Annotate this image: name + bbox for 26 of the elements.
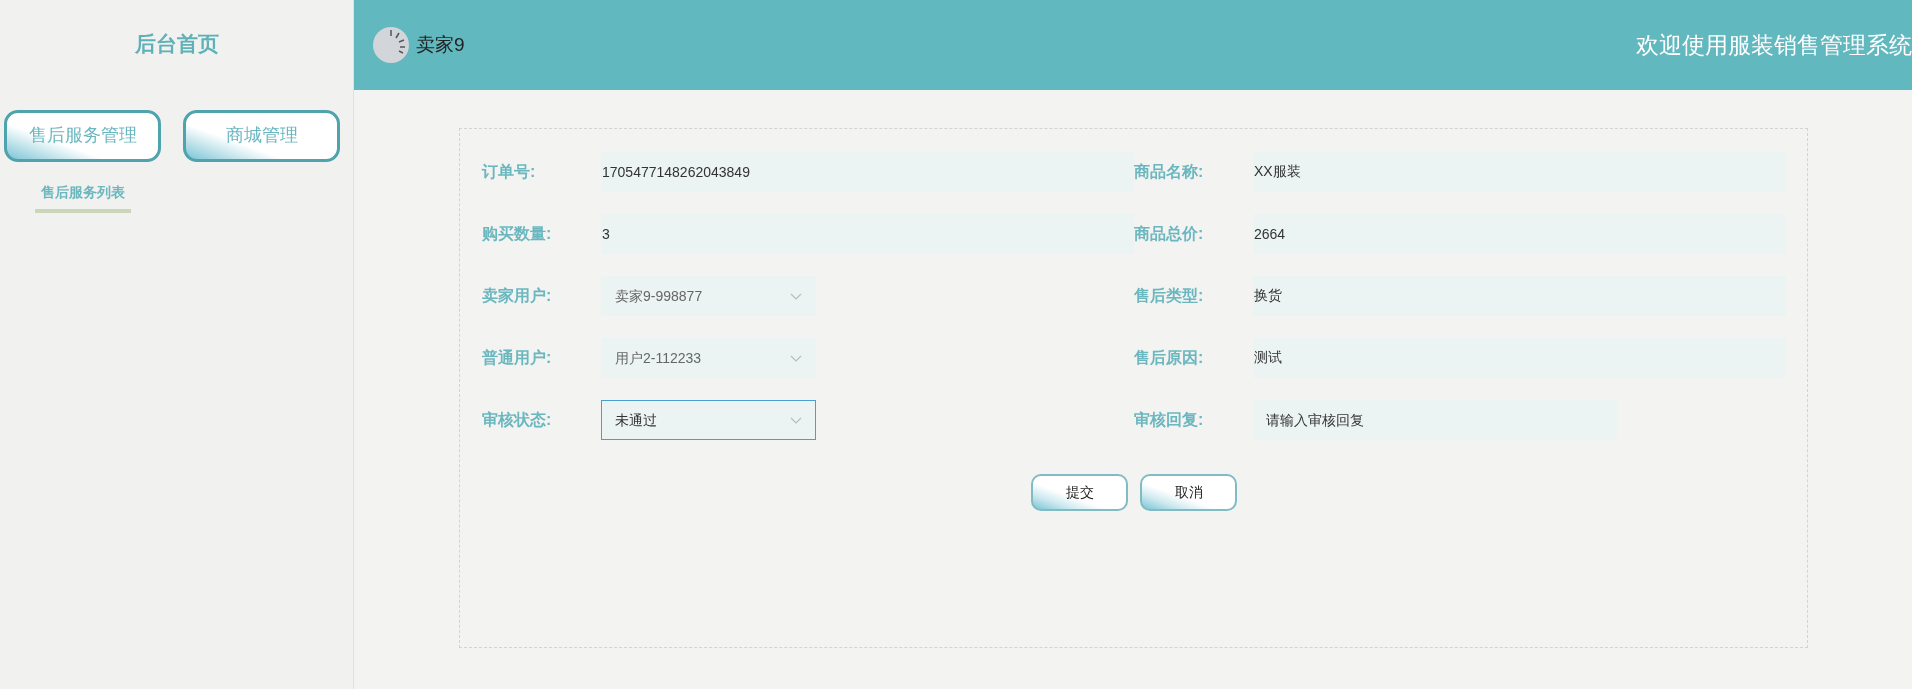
chevron-down-icon — [790, 292, 802, 300]
field-label: 审核状态: — [482, 410, 553, 430]
text-field[interactable]: 测试 — [1253, 338, 1786, 378]
field-label: 普通用户: — [482, 348, 553, 368]
form-button[interactable]: 提交 — [1031, 474, 1128, 511]
field-label: 审核回复: — [1134, 410, 1205, 430]
text-field[interactable]: 换货 — [1253, 276, 1786, 316]
avatar-icon — [372, 26, 410, 64]
chevron-down-icon — [790, 416, 802, 424]
text-field[interactable]: 2664 — [1253, 214, 1786, 254]
field-label: 售后原因: — [1134, 348, 1205, 368]
field-label: 售后类型: — [1134, 286, 1205, 306]
field-label: 卖家用户: — [482, 286, 553, 306]
text-field[interactable]: 1705477148262043849 — [601, 152, 1134, 192]
username-label: 卖家9 — [416, 32, 465, 57]
text-field[interactable]: 3 — [601, 214, 1134, 254]
field-label: 购买数量: — [482, 224, 553, 244]
form-button[interactable]: 取消 — [1140, 474, 1237, 511]
reply-field[interactable]: 请输入审核回复 — [1253, 400, 1617, 440]
chevron-down-icon — [790, 354, 802, 362]
text-field[interactable]: XX服装 — [1253, 152, 1786, 192]
field-label: 商品总价: — [1134, 224, 1205, 244]
field-label: 订单号: — [482, 162, 537, 182]
field-label: 商品名称: — [1134, 162, 1205, 182]
select-field[interactable]: 未通过 — [601, 400, 816, 440]
welcome-title: 欢迎使用服装销售管理系统 — [1636, 30, 1912, 60]
